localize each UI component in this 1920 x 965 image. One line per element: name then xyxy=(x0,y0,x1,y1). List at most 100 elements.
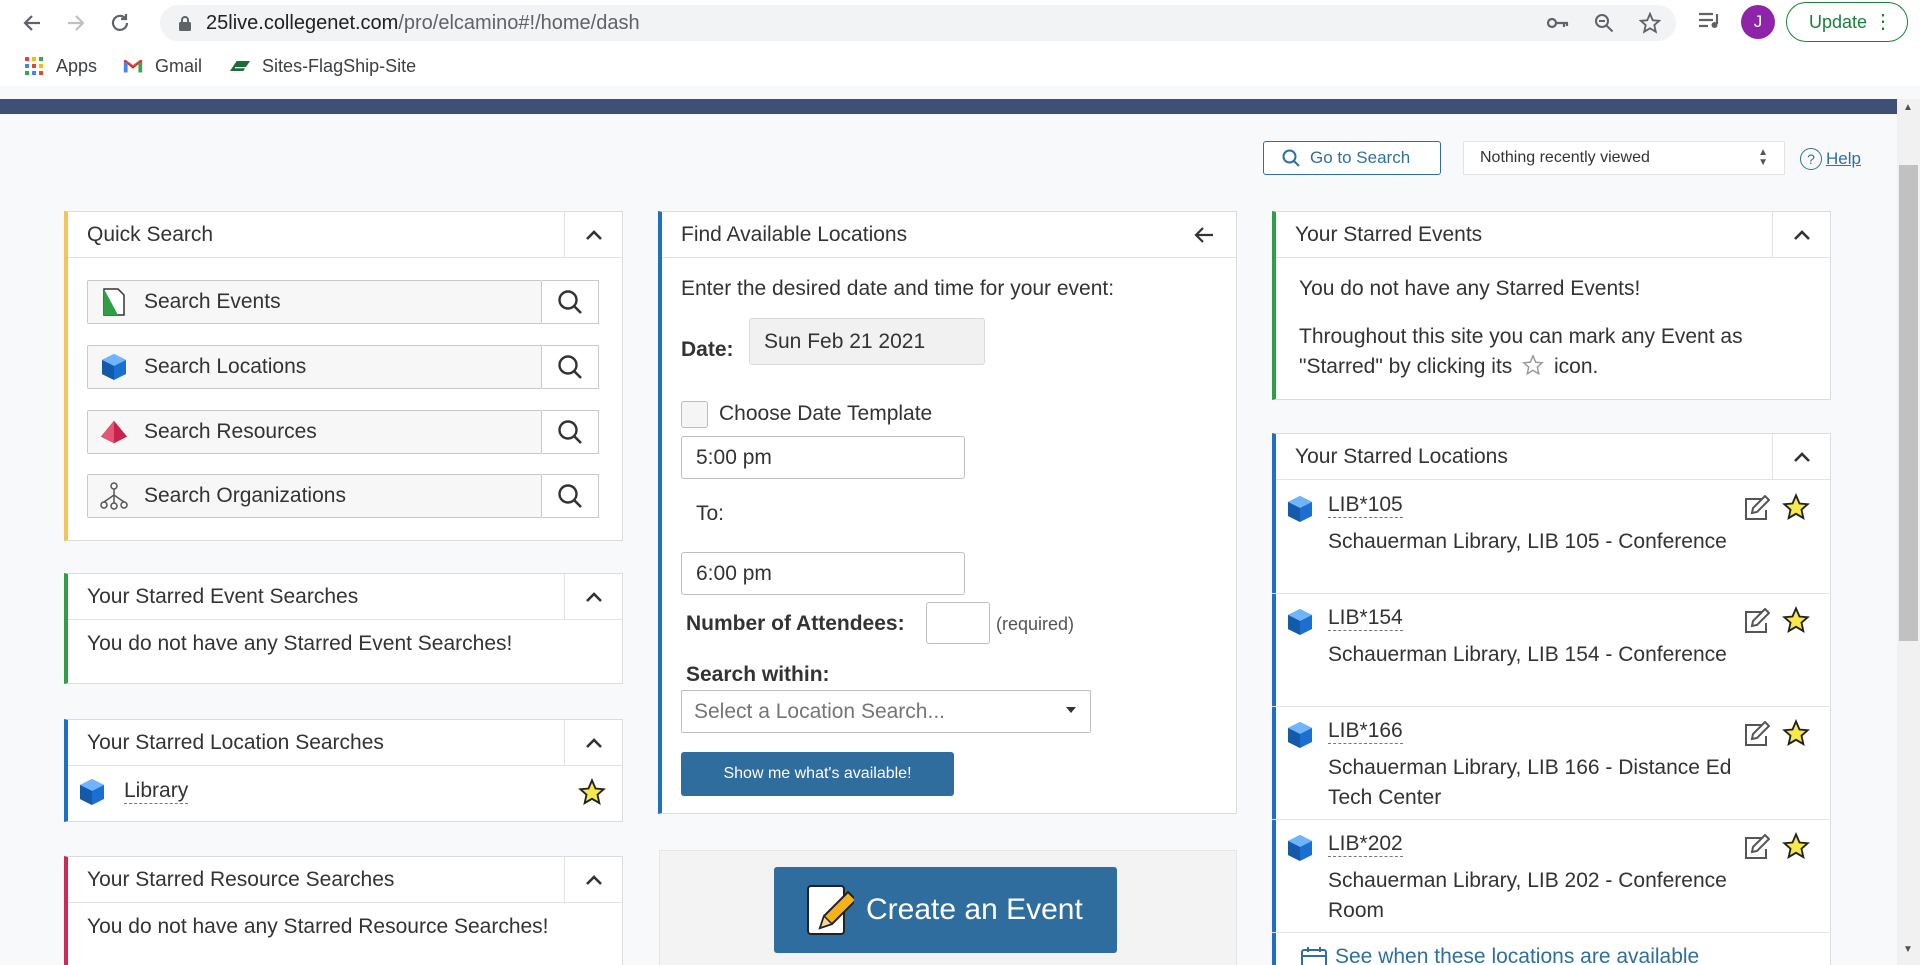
update-button[interactable]: Update ⋮ xyxy=(1786,2,1908,42)
collapse-chevron-icon[interactable] xyxy=(564,857,622,903)
scrollbar-thumb[interactable] xyxy=(1899,165,1918,641)
org-tree-icon xyxy=(100,482,128,510)
search-events-field[interactable]: Search Events xyxy=(87,280,542,324)
search-icon xyxy=(558,355,582,379)
location-search-select[interactable]: Select a Location Search... xyxy=(681,690,1091,733)
collapse-chevron-icon[interactable] xyxy=(564,720,622,766)
location-code-link[interactable]: LIB*202 xyxy=(1328,832,1403,857)
date-template-checkbox[interactable] xyxy=(681,401,708,428)
create-event-button[interactable]: Create an Event xyxy=(774,867,1117,953)
edit-icon[interactable] xyxy=(1742,834,1770,862)
location-code-link[interactable]: LIB*105 xyxy=(1328,493,1403,518)
star-filled-icon[interactable] xyxy=(1782,832,1810,860)
profile-avatar[interactable]: J xyxy=(1741,5,1775,39)
search-resources-button[interactable] xyxy=(542,410,599,454)
search-icon xyxy=(558,290,582,314)
dropdown-caret-icon xyxy=(1066,707,1076,713)
address-bar[interactable]: 25live.collegenet.com/pro/elcamino#!/hom… xyxy=(160,5,1676,41)
panel-title: Your Starred Events xyxy=(1295,222,1483,246)
panel-header: Your Starred Events xyxy=(1276,212,1830,258)
star-filled-icon[interactable] xyxy=(1782,719,1810,747)
event-doc-icon xyxy=(100,288,128,316)
location-cube-icon xyxy=(100,353,128,381)
scroll-down-arrow-icon[interactable]: ▼ xyxy=(1903,944,1913,955)
star-outline-icon xyxy=(1522,353,1545,376)
app-header-bar xyxy=(0,99,1897,114)
bookmark-sites-flagship[interactable]: Sites-FlagShip-Site xyxy=(230,56,416,77)
panel-header: Your Starred Locations xyxy=(1276,434,1830,480)
forward-arrow-icon[interactable] xyxy=(60,7,92,39)
collapse-chevron-icon[interactable] xyxy=(564,212,622,258)
starred-location-item: LIB*154 Schauerman Library, LIB 154 - Co… xyxy=(1272,594,1829,707)
search-events-button[interactable] xyxy=(542,280,599,324)
search-organizations-row: Search Organizations xyxy=(87,474,599,518)
panel-title: Quick Search xyxy=(87,222,214,246)
bookmark-star-icon[interactable] xyxy=(1638,11,1662,35)
search-organizations-button[interactable] xyxy=(542,474,599,518)
search-locations-field[interactable]: Search Locations xyxy=(87,345,542,389)
calendar-icon xyxy=(1301,947,1327,965)
notepad-pencil-icon xyxy=(807,885,854,935)
search-events-row: Search Events xyxy=(87,280,599,324)
location-cube-icon xyxy=(78,778,106,811)
zoom-icon[interactable] xyxy=(1592,11,1616,35)
starred-location-item: LIB*202 Schauerman Library, LIB 202 - Co… xyxy=(1272,820,1829,933)
reload-icon[interactable] xyxy=(104,7,136,39)
starred-events-panel: Your Starred Events You do not have any … xyxy=(1272,211,1831,400)
edit-icon[interactable] xyxy=(1742,608,1770,636)
panel-title: Your Starred Locations xyxy=(1295,444,1508,468)
panel-header: Your Starred Location Searches xyxy=(68,720,622,766)
more-vert-icon: ⋮ xyxy=(1873,11,1893,33)
end-time-field[interactable]: 6:00 pm xyxy=(681,552,965,595)
starred-resource-searches-panel: Your Starred Resource Searches You do no… xyxy=(64,856,623,965)
location-cube-icon xyxy=(1288,496,1312,522)
star-filled-icon[interactable] xyxy=(1782,493,1810,521)
star-filled-icon[interactable] xyxy=(1782,606,1810,634)
back-arrow-icon[interactable] xyxy=(1194,226,1214,250)
search-within-label: Search within: xyxy=(686,663,830,686)
browser-toolbar: 25live.collegenet.com/pro/elcamino#!/hom… xyxy=(0,0,1920,46)
starred-location-item: LIB*166 Schauerman Library, LIB 166 - Di… xyxy=(1272,707,1829,820)
location-cube-icon xyxy=(1288,722,1312,748)
back-arrow-icon[interactable] xyxy=(16,7,48,39)
location-cube-icon xyxy=(1288,609,1312,635)
key-icon[interactable] xyxy=(1546,11,1570,35)
flag-icon xyxy=(230,56,251,76)
location-code-link[interactable]: LIB*166 xyxy=(1328,719,1403,744)
edit-icon[interactable] xyxy=(1742,721,1770,749)
show-available-button[interactable]: Show me what's available! xyxy=(681,752,954,796)
sort-arrows-icon: ▲ ▼ xyxy=(1758,147,1768,168)
bookmark-apps[interactable]: Apps xyxy=(24,56,97,77)
star-filled-icon[interactable] xyxy=(578,777,606,811)
search-locations-row: Search Locations xyxy=(87,345,599,389)
location-search-link[interactable]: Library xyxy=(124,779,189,804)
collapse-chevron-icon[interactable] xyxy=(1772,212,1830,258)
availability-link[interactable]: See when these locations are available xyxy=(1301,945,1699,965)
attendees-input[interactable] xyxy=(926,602,990,644)
panel-title: Your Starred Resource Searches xyxy=(87,867,395,891)
search-organizations-field[interactable]: Search Organizations xyxy=(87,474,542,518)
search-icon xyxy=(558,484,582,508)
panel-header: Quick Search xyxy=(68,212,622,258)
scroll-up-arrow-icon[interactable]: ▲ xyxy=(1903,102,1913,113)
start-time-field[interactable]: 5:00 pm xyxy=(681,436,965,479)
lock-icon xyxy=(179,16,191,31)
collapse-chevron-icon[interactable] xyxy=(564,574,622,620)
help-link[interactable]: ? Help xyxy=(1800,148,1861,170)
bookmark-gmail[interactable]: Gmail xyxy=(123,56,202,77)
date-picker[interactable]: Sun Feb 21 2021 xyxy=(749,318,985,365)
bookmark-label: Apps xyxy=(56,55,98,76)
search-locations-button[interactable] xyxy=(542,345,599,389)
url-text: 25live.collegenet.com/pro/elcamino#!/hom… xyxy=(206,11,640,34)
search-resources-field[interactable]: Search Resources xyxy=(87,410,542,454)
panel-header: Your Starred Event Searches xyxy=(68,574,622,620)
media-queue-icon[interactable] xyxy=(1697,10,1721,38)
edit-icon[interactable] xyxy=(1742,495,1770,523)
starred-hint: Throughout this site you can mark any Ev… xyxy=(1299,325,1743,378)
recently-viewed-select[interactable]: Nothing recently viewed ▲ ▼ xyxy=(1463,141,1785,175)
collapse-chevron-icon[interactable] xyxy=(1772,434,1830,480)
location-code-link[interactable]: LIB*154 xyxy=(1328,606,1403,631)
search-resources-row: Search Resources xyxy=(87,410,599,454)
go-to-search-button[interactable]: Go to Search xyxy=(1263,141,1441,175)
location-description: Schauerman Library, LIB 154 - Conference xyxy=(1328,643,1727,666)
